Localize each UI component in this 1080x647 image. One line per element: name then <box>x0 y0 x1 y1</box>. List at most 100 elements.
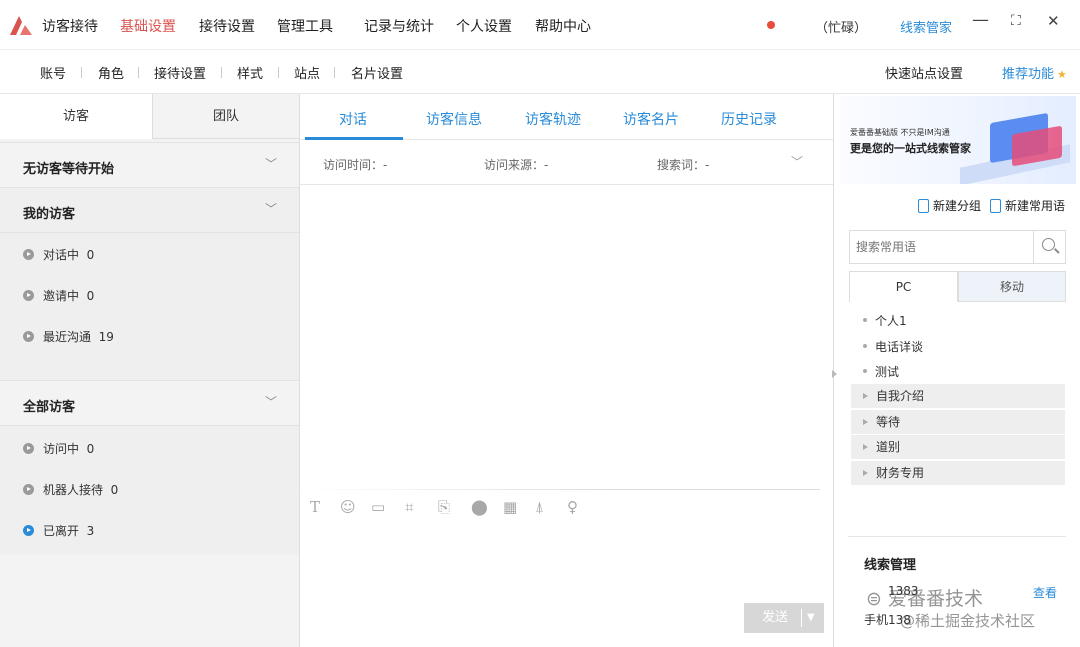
chevron-down-icon[interactable]: ﹀ <box>791 153 803 170</box>
minimize-icon[interactable]: — <box>972 10 989 30</box>
subnav-style[interactable]: 样式 <box>237 63 263 82</box>
new-group-button[interactable]: 新建分组 <box>918 197 981 214</box>
subnav-account[interactable]: 账号 <box>40 63 66 82</box>
alert-icon[interactable]: ⍋ <box>535 498 544 516</box>
menu-help-center[interactable]: 帮助中心 <box>535 16 591 36</box>
subnav-card-settings[interactable]: 名片设置 <box>351 63 403 82</box>
search-icon[interactable] <box>1033 231 1065 263</box>
list-item[interactable]: 个人1 <box>863 312 907 329</box>
caret-right-icon <box>863 444 868 450</box>
menu-management-tools[interactable]: 管理工具 <box>277 16 333 36</box>
visit-source: 访问来源：- <box>484 158 549 172</box>
phrase-category[interactable]: 自我介绍 <box>851 384 1065 408</box>
tab-visitors[interactable]: 访客 <box>0 94 152 139</box>
tab-visitor-trail[interactable]: 访客轨迹 <box>525 109 581 129</box>
tab-pc[interactable]: PC <box>849 271 958 302</box>
subnav-divider <box>81 67 82 78</box>
list-item[interactable]: 对话中 0 <box>23 246 94 266</box>
tab-visitor-card[interactable]: 访客名片 <box>623 109 679 129</box>
lead-manager-link[interactable]: 线索管家 <box>900 17 952 36</box>
list-item[interactable]: 机器人接待 0 <box>23 481 118 501</box>
banner-subtitle: 爱番番基础版 不只是IM沟通 <box>850 128 950 137</box>
phrase-label: 个人1 <box>875 314 907 328</box>
play-icon <box>23 525 34 536</box>
list-item-label: 邀请中 <box>43 289 80 303</box>
menu-reception-settings[interactable]: 接待设置 <box>199 16 255 36</box>
new-phrase-label: 新建常用语 <box>1005 199 1066 213</box>
list-item-count: 0 <box>86 248 95 262</box>
menu-basic-settings[interactable]: 基础设置 <box>120 16 176 36</box>
lead-view-link[interactable]: 查看 <box>1033 584 1057 601</box>
category-label: 等待 <box>876 415 901 429</box>
status-text[interactable]: （忙碌） <box>815 17 867 36</box>
tab-mobile[interactable]: 移动 <box>958 271 1066 302</box>
bullet-icon <box>863 369 867 373</box>
star-icon: ★ <box>1057 68 1067 81</box>
location-icon[interactable]: ⬤ <box>471 498 488 516</box>
menu-records-stats[interactable]: 记录与统计 <box>364 16 434 36</box>
lightbulb-icon[interactable]: ♀ <box>567 498 578 516</box>
tab-conversation[interactable]: 对话 <box>339 109 367 129</box>
quick-site-settings-link[interactable]: 快速站点设置 <box>885 63 963 82</box>
tab-history[interactable]: 历史记录 <box>721 109 777 129</box>
section-my-visitors[interactable]: 我的访客 ﹀ <box>0 187 299 232</box>
recommended-features-link[interactable]: 推荐功能 ★ <box>1002 63 1067 82</box>
active-tab-indicator <box>305 137 403 140</box>
message-area[interactable] <box>300 185 833 490</box>
phrase-search-input[interactable] <box>850 231 1034 263</box>
list-item[interactable]: 最近沟通 19 <box>23 328 114 348</box>
new-group-label: 新建分组 <box>933 199 982 213</box>
top-menu-bar: 访客接待 基础设置 接待设置 管理工具 记录与统计 个人设置 帮助中心 （忙碌）… <box>0 0 1080 50</box>
crop-screenshot-icon[interactable]: ⌗ <box>405 498 413 516</box>
image-icon[interactable]: ▭ <box>371 498 385 516</box>
list-item-count: 0 <box>110 483 119 497</box>
caret-right-icon <box>863 393 868 399</box>
search-keyword: 搜索词：- <box>657 158 710 172</box>
card-icon[interactable]: ▦ <box>503 498 517 516</box>
play-icon <box>23 249 34 260</box>
play-icon <box>23 484 34 495</box>
menu-personal-settings[interactable]: 个人设置 <box>456 16 512 36</box>
wechat-icon: ⊜ <box>866 588 882 610</box>
phrase-label: 测试 <box>875 365 900 379</box>
subnav-divider <box>278 67 279 78</box>
recommended-features-label: 推荐功能 <box>1002 67 1055 82</box>
collapse-arrow-icon[interactable] <box>832 370 837 378</box>
list-item[interactable]: 邀请中 0 <box>23 287 94 307</box>
section-all-visitors-title: 全部访客 <box>23 400 76 415</box>
list-item[interactable]: 电话详谈 <box>863 338 923 355</box>
watermark-line1: 爱番番技术 <box>887 588 983 610</box>
caret-right-icon <box>863 470 868 476</box>
banner-title: 更是您的一站式线索管家 <box>850 142 971 155</box>
phrase-category[interactable]: 道别 <box>851 435 1065 459</box>
list-item-label: 机器人接待 <box>43 483 104 497</box>
subnav-role[interactable]: 角色 <box>98 63 124 82</box>
tab-visitor-info[interactable]: 访客信息 <box>426 109 482 129</box>
watermark: @稀土掘金技术社区 <box>900 612 1036 630</box>
tab-team[interactable]: 团队 <box>152 94 299 139</box>
phrase-search <box>849 230 1066 264</box>
subnav-divider <box>334 67 335 78</box>
emoji-icon[interactable]: ☺ <box>340 498 356 516</box>
section-waiting[interactable]: 无访客等待开始 ﹀ <box>0 142 299 187</box>
close-icon[interactable]: ✕ <box>1047 12 1060 30</box>
list-item-label: 已离开 <box>43 524 80 538</box>
text-format-icon[interactable]: T <box>310 498 320 516</box>
phrase-category[interactable]: 等待 <box>851 410 1065 434</box>
group-icon <box>918 199 929 213</box>
app-logo-icon <box>10 16 32 35</box>
send-button[interactable]: 发送 ▼ <box>744 603 824 633</box>
list-item[interactable]: 已离开 3 <box>23 522 94 542</box>
promo-banner[interactable]: 爱番番基础版 不只是IM沟通 更是您的一站式线索管家 <box>840 96 1076 184</box>
list-item[interactable]: 访问中 0 <box>23 440 94 460</box>
subnav-reception-settings[interactable]: 接待设置 <box>154 63 206 82</box>
new-phrase-button[interactable]: 新建常用语 <box>990 197 1065 214</box>
file-icon[interactable]: ⎘ <box>438 498 450 516</box>
phrase-category[interactable]: 财务专用 <box>851 461 1065 485</box>
maximize-icon[interactable]: ⛶ <box>1011 13 1021 29</box>
list-item[interactable]: 测试 <box>863 363 899 380</box>
chevron-down-icon[interactable]: ▼ <box>807 603 815 633</box>
subnav-site[interactable]: 站点 <box>294 63 320 82</box>
section-all-visitors[interactable]: 全部访客 ﹀ <box>0 380 299 425</box>
chevron-down-icon: ﹀ <box>264 157 277 171</box>
